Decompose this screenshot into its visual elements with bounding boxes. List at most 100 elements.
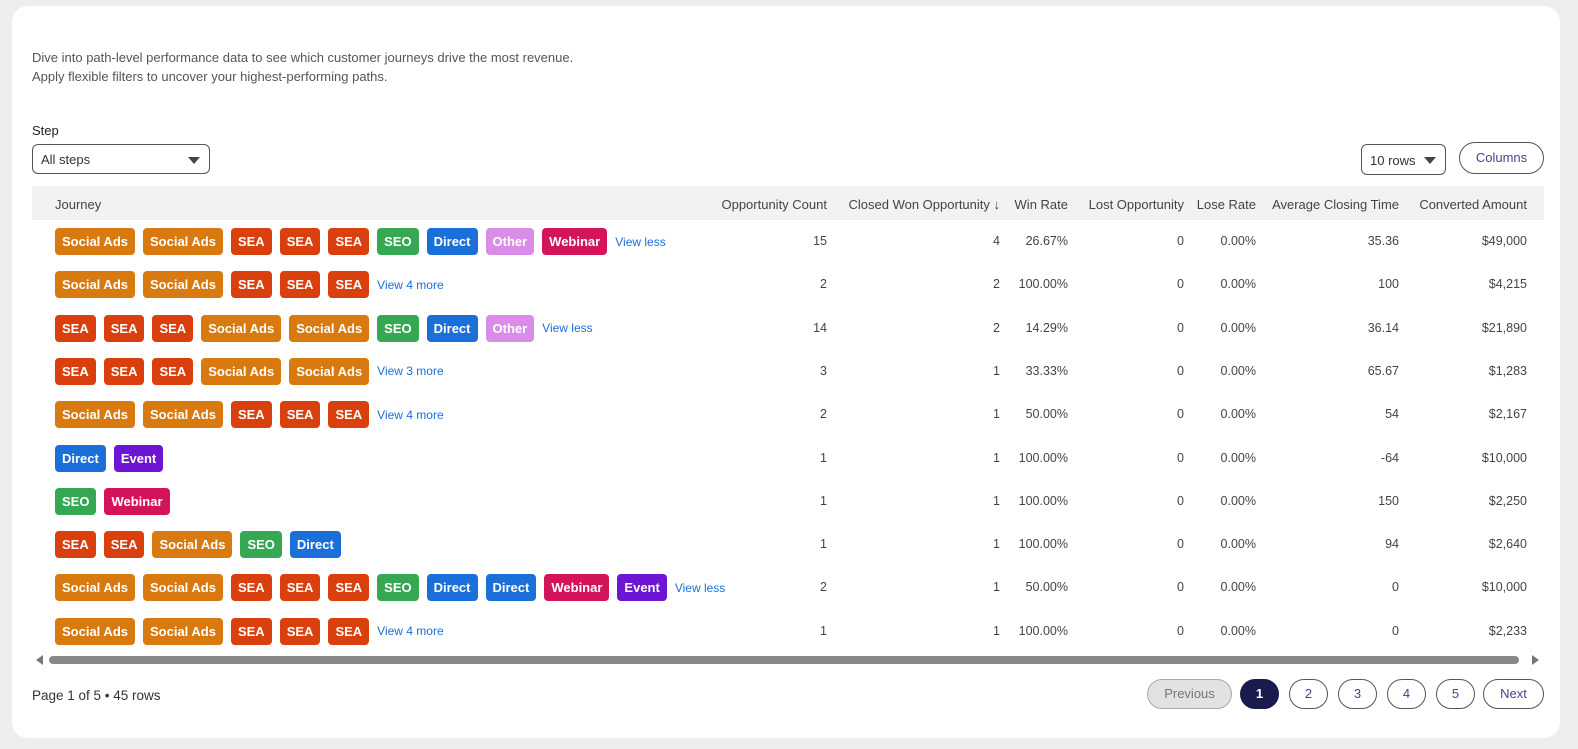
horizontal-scrollbar[interactable] — [49, 656, 1519, 664]
journey-cell: Social Ads Social Ads SEA SEA SEA View 4 more — [55, 393, 444, 436]
win-rate-cell: 14.29% — [1025, 320, 1068, 335]
lost-opportunity-cell: 0 — [1177, 537, 1184, 552]
view-more-link[interactable]: View less — [542, 321, 592, 335]
header-lost-opportunity[interactable]: Lost Opportunity — [1089, 197, 1184, 212]
journey-step-tag: Social Ads — [142, 574, 223, 602]
journey-step-tag: Social Ads — [289, 314, 370, 342]
rows-per-page-select[interactable]: 10 rows — [1361, 144, 1446, 175]
converted-amount-cell: $10,000 — [1481, 450, 1527, 465]
lose-rate-cell: 0.00% — [1220, 277, 1256, 292]
lose-rate-cell: 0.00% — [1220, 407, 1256, 422]
page-5-button[interactable]: 5 — [1436, 679, 1475, 709]
step-filter-select[interactable]: All steps — [32, 144, 210, 174]
journey-step-tag: SEA — [328, 574, 370, 602]
win-rate-cell: 100.00% — [1018, 623, 1068, 638]
converted-amount-cell: $2,233 — [1488, 623, 1527, 638]
table-row[interactable]: Social Ads Social Ads SEA SEA SEA SEO Direct Ot… — [32, 220, 1544, 263]
converted-amount-cell: $21,890 — [1481, 320, 1527, 335]
lost-opportunity-cell: 0 — [1177, 407, 1184, 422]
view-more-link[interactable]: View 4 more — [377, 408, 443, 422]
table-row[interactable]: SEO Webinar 1 1 100.00% 0 0.00% 150 $2,250 — [32, 480, 1544, 523]
journey-cell: SEO Webinar — [55, 480, 170, 523]
scroll-right-arrow-icon[interactable] — [1532, 655, 1539, 665]
lose-rate-cell: 0.00% — [1220, 493, 1256, 508]
journey-step-tag: SEO — [377, 314, 419, 342]
journey-step-tag: Social Ads — [142, 228, 223, 255]
header-converted-amount[interactable]: Converted Amount — [1419, 197, 1527, 212]
page-2-button[interactable]: 2 — [1289, 679, 1328, 709]
table-row[interactable]: SEA SEA SEA Social Ads Social Ads View 3 more… — [32, 350, 1544, 393]
average-closing-time-cell: 100 — [1378, 277, 1399, 292]
scroll-left-arrow-icon[interactable] — [36, 655, 43, 665]
win-rate-cell: 100.00% — [1018, 493, 1068, 508]
closed-won-cell: 1 — [993, 363, 1000, 378]
journey-step-tag: SEO — [377, 574, 419, 602]
lost-opportunity-cell: 0 — [1177, 580, 1184, 595]
journey-step-tag: SEA — [279, 574, 321, 602]
closed-won-cell: 2 — [993, 320, 1000, 335]
lost-opportunity-cell: 0 — [1177, 623, 1184, 638]
journey-step-tag: SEA — [230, 271, 272, 299]
view-more-link[interactable]: View 4 more — [377, 624, 443, 638]
view-more-link[interactable]: View less — [615, 235, 665, 249]
table-row[interactable]: Social Ads Social Ads SEA SEA SEA SEO Direct Di… — [32, 566, 1544, 609]
step-filter-label: Step — [32, 123, 59, 138]
page-4-button[interactable]: 4 — [1387, 679, 1426, 709]
journey-step-tag: Social Ads — [142, 401, 223, 429]
page-1-button[interactable]: 1 — [1240, 679, 1279, 709]
win-rate-cell: 50.00% — [1025, 407, 1068, 422]
average-closing-time-cell: 35.36 — [1367, 234, 1399, 248]
table-row[interactable]: Social Ads Social Ads SEA SEA SEA View 4 more… — [32, 610, 1544, 653]
win-rate-cell: 100.00% — [1018, 537, 1068, 552]
page-3-button[interactable]: 3 — [1338, 679, 1377, 709]
journey-step-tag: Direct — [289, 531, 341, 559]
header-average-closing-time[interactable]: Average Closing Time — [1272, 197, 1399, 212]
header-opportunity-count[interactable]: Opportunity Count — [721, 197, 827, 212]
table-row[interactable]: SEA SEA SEA Social Ads Social Ads SEO Direct Ot… — [32, 307, 1544, 350]
journey-step-tag: SEA — [230, 228, 272, 255]
journey-step-tag: Social Ads — [201, 357, 282, 385]
next-page-button[interactable]: Next — [1483, 679, 1544, 709]
table-row[interactable]: SEA SEA Social Ads SEO Direct 1 1 100.00% 0 0.00%… — [32, 523, 1544, 566]
journey-step-tag: Event — [113, 444, 164, 472]
journey-step-tag: SEA — [328, 228, 370, 255]
journey-report-card: Dive into path-level performance data to… — [12, 6, 1560, 738]
opportunity-count-cell: 2 — [820, 277, 827, 292]
lost-opportunity-cell: 0 — [1177, 450, 1184, 465]
win-rate-cell: 100.00% — [1018, 277, 1068, 292]
journey-cell: Social Ads Social Ads SEA SEA SEA View 4 more — [55, 610, 444, 653]
table-row[interactable]: Social Ads Social Ads SEA SEA SEA View 4 more… — [32, 393, 1544, 436]
opportunity-count-cell: 1 — [820, 450, 827, 465]
average-closing-time-cell: 0 — [1392, 623, 1399, 638]
win-rate-cell: 26.67% — [1025, 234, 1068, 248]
table-row[interactable]: Social Ads Social Ads SEA SEA SEA View 4 more… — [32, 263, 1544, 306]
view-more-link[interactable]: View less — [675, 581, 725, 595]
converted-amount-cell: $1,283 — [1488, 363, 1527, 378]
header-journey[interactable]: Journey — [55, 197, 101, 212]
header-closed-won-opportunity[interactable]: Closed Won Opportunity ↓ — [849, 197, 1001, 212]
columns-button[interactable]: Columns — [1459, 142, 1544, 174]
journey-step-tag: Social Ads — [55, 617, 135, 645]
journey-step-tag: SEA — [152, 357, 194, 385]
average-closing-time-cell: -64 — [1380, 450, 1399, 465]
view-more-link[interactable]: View 3 more — [377, 364, 443, 378]
journey-cell: Social Ads Social Ads SEA SEA SEA View 4 more — [55, 263, 444, 306]
journey-cell: SEA SEA SEA Social Ads Social Ads SEO Direct Ot… — [55, 307, 593, 350]
journey-step-tag: Social Ads — [142, 617, 223, 645]
win-rate-cell: 50.00% — [1025, 580, 1068, 595]
opportunity-count-cell: 2 — [820, 407, 827, 422]
lose-rate-cell: 0.00% — [1220, 234, 1256, 248]
pagination-info: Page 1 of 5 • 45 rows — [32, 688, 161, 703]
lose-rate-cell: 0.00% — [1220, 320, 1256, 335]
converted-amount-cell: $2,167 — [1488, 407, 1527, 422]
average-closing-time-cell: 36.14 — [1367, 320, 1399, 335]
journey-step-tag: Direct — [426, 574, 478, 602]
header-win-rate[interactable]: Win Rate — [1015, 197, 1068, 212]
lost-opportunity-cell: 0 — [1177, 277, 1184, 292]
header-lose-rate[interactable]: Lose Rate — [1197, 197, 1256, 212]
description-line-2: Apply flexible filters to uncover your h… — [32, 69, 388, 84]
previous-page-button[interactable]: Previous — [1147, 679, 1232, 709]
view-more-link[interactable]: View 4 more — [377, 278, 443, 292]
table-row[interactable]: Direct Event 1 1 100.00% 0 0.00% -64 $10,000 — [32, 437, 1544, 480]
journey-step-tag: SEA — [279, 228, 321, 255]
